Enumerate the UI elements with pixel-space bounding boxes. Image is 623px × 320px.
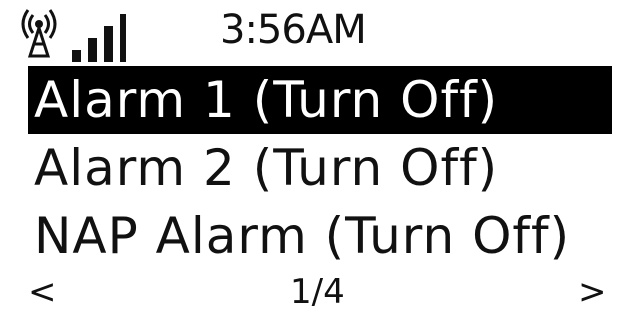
status-bar: 3:56AM [0,0,623,64]
menu-item-nap-alarm[interactable]: NAP Alarm (Turn Off) [28,202,612,270]
alarm-menu: Alarm 1 (Turn Off) Alarm 2 (Turn Off) NA… [28,66,612,270]
signal-strength-icon [72,14,126,62]
menu-item-alarm-1[interactable]: Alarm 1 (Turn Off) [28,66,612,134]
menu-item-alarm-2[interactable]: Alarm 2 (Turn Off) [28,134,612,202]
footer-nav: < 1/4 > [0,270,623,316]
antenna-icon [21,9,57,58]
prev-page-button[interactable]: < [28,272,57,312]
next-page-button[interactable]: > [578,272,607,312]
page-indicator: 1/4 [290,272,345,312]
clock-time: 3:56AM [220,7,367,53]
